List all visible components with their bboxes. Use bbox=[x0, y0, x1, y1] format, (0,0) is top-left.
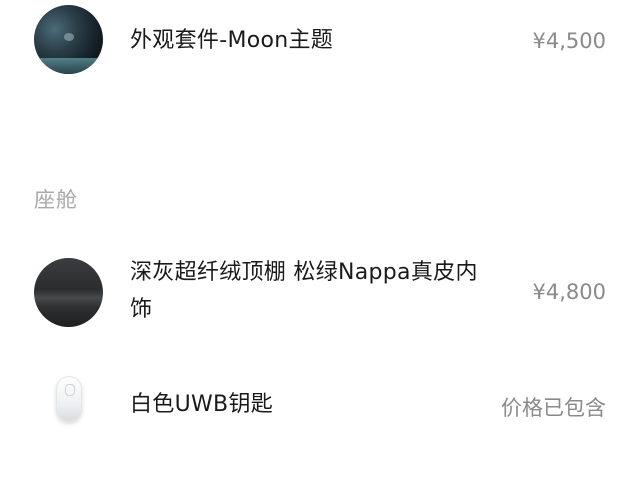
exterior-kit-price: ¥4,500 bbox=[532, 29, 606, 53]
thumbnail-highlight bbox=[64, 33, 74, 41]
exterior-kit-title: 外观套件-Moon主题 bbox=[130, 28, 334, 53]
uwb-key-price: 价格已包含 bbox=[501, 396, 606, 420]
uwb-key-title: 白色UWB钥匙 bbox=[130, 392, 274, 417]
key-icon bbox=[56, 376, 82, 422]
uwb-key-thumbnail bbox=[34, 372, 103, 441]
moon-theme-thumbnail bbox=[34, 5, 103, 74]
option-list: 外观套件-Moon主题 ¥4,500 座舱 深灰超纤绒顶棚 松绿Nappa真皮内… bbox=[0, 0, 640, 480]
key-button-icon bbox=[65, 384, 75, 396]
interior-thumbnail bbox=[34, 258, 103, 327]
interior-title: 深灰超纤绒顶棚 松绿Nappa真皮内 饰 bbox=[130, 254, 478, 328]
interior-title-line2: 饰 bbox=[130, 297, 153, 322]
section-label-cabin: 座舱 bbox=[34, 188, 78, 212]
thumbnail-band bbox=[34, 58, 103, 74]
interior-title-line1: 深灰超纤绒顶棚 松绿Nappa真皮内 bbox=[130, 260, 478, 285]
interior-price: ¥4,800 bbox=[532, 280, 606, 304]
